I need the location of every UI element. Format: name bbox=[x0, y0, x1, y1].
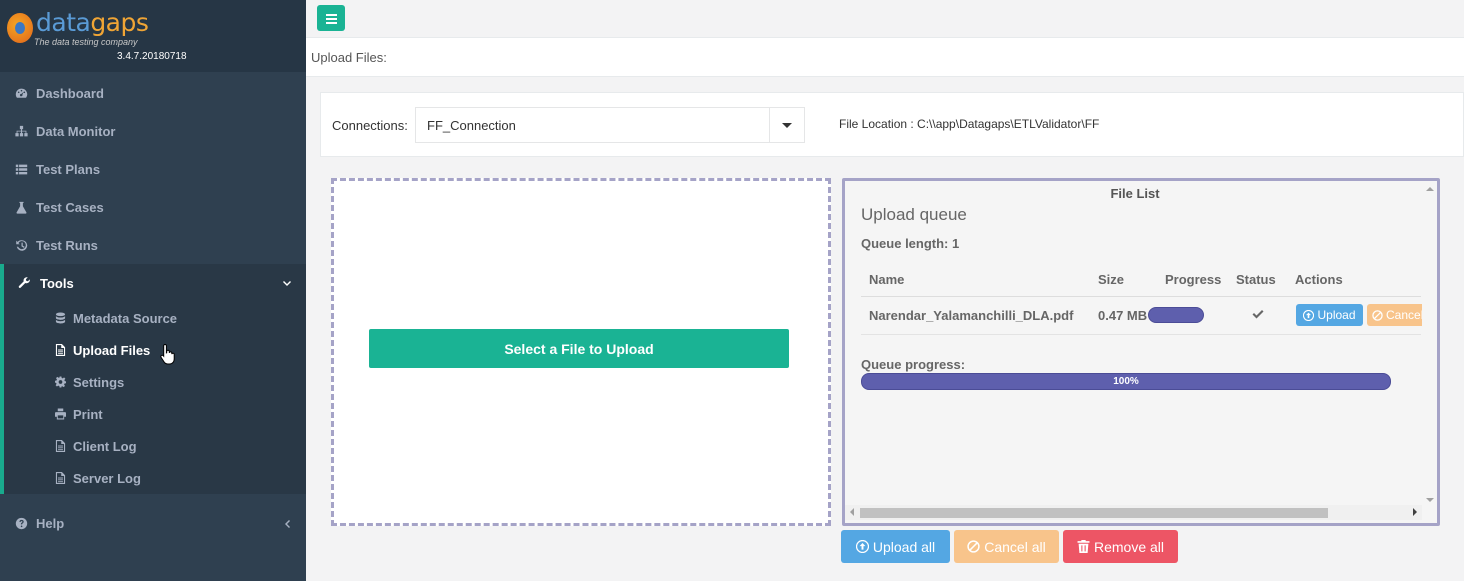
app-version: 3.4.7.20180718 bbox=[117, 51, 187, 62]
file-icon bbox=[55, 471, 68, 485]
sidebar-subitem-settings[interactable]: Settings bbox=[4, 366, 306, 398]
sidebar-subitem-label: Client Log bbox=[73, 438, 137, 454]
sidebar-subitem-upload-files[interactable]: Upload Files bbox=[4, 334, 306, 366]
file-location: File Location : C:\\app\Datagaps\ETLVali… bbox=[839, 117, 1100, 131]
remove-all-button[interactable]: Remove all bbox=[1063, 530, 1178, 563]
sidebar-subitem-client-log[interactable]: Client Log bbox=[4, 430, 306, 462]
sidebar-item-label: Test Runs bbox=[36, 237, 98, 253]
queue-length: Queue length: 1 bbox=[861, 236, 960, 251]
sidebar-item-label: Dashboard bbox=[36, 85, 104, 101]
question-icon bbox=[14, 516, 28, 530]
select-file-button[interactable]: Select a File to Upload bbox=[369, 329, 789, 368]
check-icon bbox=[1251, 307, 1265, 321]
upload-all-button[interactable]: Upload all bbox=[841, 530, 950, 563]
file-list-title: File List bbox=[1110, 186, 1160, 201]
sitemap-icon bbox=[14, 124, 28, 138]
cancel-all-button[interactable]: Cancel all bbox=[954, 530, 1059, 563]
ban-icon bbox=[967, 540, 980, 553]
file-name: Narendar_Yalamanchilli_DLA.pdf bbox=[869, 308, 1074, 323]
sidebar-item-test-plans[interactable]: Test Plans bbox=[0, 150, 306, 188]
gear-icon bbox=[55, 376, 68, 389]
chevron-left-icon bbox=[282, 517, 292, 528]
horizontal-scrollbar[interactable] bbox=[845, 505, 1422, 520]
sidebar-item-test-runs[interactable]: Test Runs bbox=[0, 226, 306, 264]
print-icon bbox=[55, 408, 68, 421]
dropdown-arrow-icon[interactable] bbox=[769, 108, 804, 142]
file-list-panel: File List Upload queue Queue length: 1 N… bbox=[842, 178, 1440, 526]
logo-area: datagaps The data testing company 3.4.7.… bbox=[0, 0, 306, 72]
trash-icon bbox=[1077, 540, 1090, 553]
sidebar-item-tools[interactable]: Tools bbox=[4, 264, 306, 302]
sidebar-subitem-label: Settings bbox=[73, 374, 125, 390]
file-icon bbox=[55, 439, 68, 453]
connections-label: Connections: bbox=[332, 118, 408, 133]
database-icon bbox=[55, 312, 68, 325]
queue-table-header: Name Size Progress Status Actions bbox=[861, 269, 1421, 297]
row-cancel-label: Cancel bbox=[1386, 308, 1424, 322]
connection-panel: Connections: FF_Connection File Location… bbox=[320, 92, 1464, 157]
chevron-down-icon bbox=[282, 277, 292, 287]
datagaps-logo-icon bbox=[7, 13, 33, 43]
sidebar-item-label: Tools bbox=[40, 275, 74, 291]
hamburger-icon bbox=[325, 13, 337, 24]
page-heading: Upload Files: bbox=[306, 38, 1464, 77]
sidebar-subitem-metadata-source[interactable]: Metadata Source bbox=[4, 302, 306, 334]
hand-cursor-icon bbox=[160, 343, 176, 365]
queue-progress-value: 100% bbox=[1113, 376, 1139, 387]
sidebar-subitem-label: Metadata Source bbox=[73, 310, 178, 326]
list-icon bbox=[14, 162, 28, 176]
brand-logo: datagaps bbox=[36, 8, 149, 37]
wrench-icon bbox=[18, 276, 32, 290]
upload-circle-icon bbox=[855, 540, 869, 553]
sidebar-subitem-server-log[interactable]: Server Log bbox=[4, 462, 306, 494]
sidebar-item-dashboard[interactable]: Dashboard bbox=[0, 74, 306, 112]
connection-selected-value: FF_Connection bbox=[427, 118, 516, 133]
file-drop-zone[interactable]: Select a File to Upload bbox=[331, 178, 831, 526]
sidebar-toggle-button[interactable] bbox=[317, 5, 345, 31]
row-upload-label: Upload bbox=[1317, 308, 1356, 322]
sidebar-subitem-label: Server Log bbox=[73, 470, 141, 486]
sidebar-item-label: Test Plans bbox=[36, 161, 101, 177]
remove-all-label: Remove all bbox=[1093, 538, 1165, 555]
connection-select[interactable]: FF_Connection bbox=[415, 107, 805, 143]
sidebar-item-data-monitor[interactable]: Data Monitor bbox=[0, 112, 306, 150]
column-header-name: Name bbox=[869, 272, 905, 287]
tools-menu: Tools Metadata Source Upload Files Setti… bbox=[0, 264, 306, 494]
upload-queue-title: Upload queue bbox=[861, 205, 967, 224]
scrollbar-thumb[interactable] bbox=[860, 508, 1328, 518]
dashboard-icon bbox=[14, 86, 28, 100]
upload-circle-icon bbox=[1303, 309, 1315, 321]
sidebar-item-label: Data Monitor bbox=[36, 123, 116, 139]
upload-all-label: Upload all bbox=[872, 538, 936, 555]
column-header-progress: Progress bbox=[1165, 272, 1222, 287]
queue-progress-label: Queue progress: bbox=[861, 357, 966, 372]
row-cancel-button[interactable]: Cancel bbox=[1367, 304, 1427, 326]
sidebar: datagaps The data testing company 3.4.7.… bbox=[0, 0, 306, 581]
file-size: 0.47 MB bbox=[1098, 308, 1148, 323]
brand-tagline: The data testing company bbox=[34, 37, 138, 47]
column-header-status: Status bbox=[1236, 272, 1276, 287]
sidebar-item-test-cases[interactable]: Test Cases bbox=[0, 188, 306, 226]
sidebar-item-label: Help bbox=[36, 515, 65, 531]
sidebar-subitem-label: Upload Files bbox=[73, 342, 151, 358]
row-upload-button[interactable]: Upload bbox=[1296, 304, 1363, 326]
cancel-all-label: Cancel all bbox=[984, 538, 1046, 555]
top-navbar bbox=[306, 0, 1464, 38]
sidebar-item-help[interactable]: Help bbox=[0, 504, 306, 542]
vertical-scrollbar[interactable] bbox=[1422, 181, 1437, 508]
column-header-actions: Actions bbox=[1295, 272, 1343, 287]
file-progress-bar bbox=[1148, 307, 1204, 323]
sidebar-item-label: Test Cases bbox=[36, 199, 104, 215]
file-icon bbox=[55, 343, 68, 357]
column-header-size: Size bbox=[1098, 272, 1125, 287]
sidebar-subitem-label: Print bbox=[73, 406, 103, 422]
page-title: Upload Files: bbox=[311, 50, 387, 65]
ban-icon bbox=[1372, 309, 1383, 321]
flask-icon bbox=[14, 200, 28, 214]
sidebar-subitem-print[interactable]: Print bbox=[4, 398, 306, 430]
history-icon bbox=[14, 238, 28, 252]
queue-progress-bar: 100% bbox=[861, 373, 1391, 390]
